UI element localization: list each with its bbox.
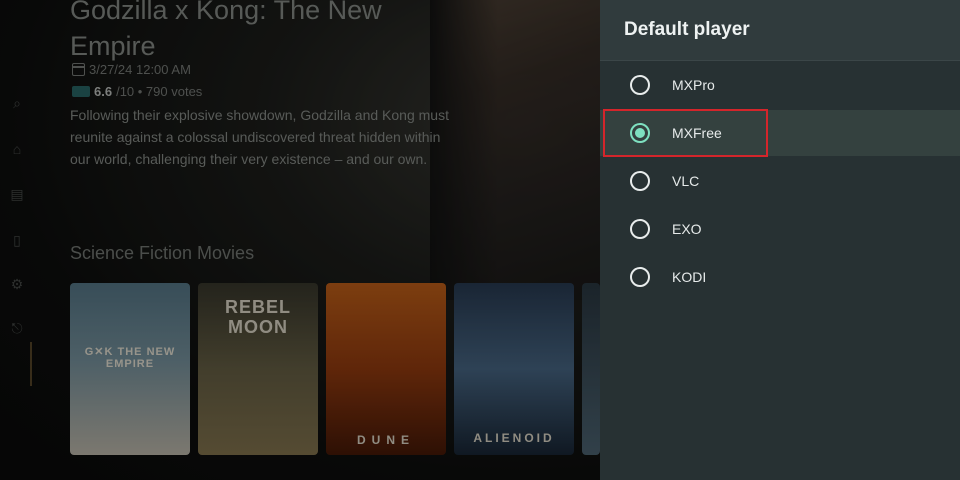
default-player-dialog: Default player MXPro MXFree VLC EXO KODI: [600, 0, 960, 480]
background: ⌕ ⌂ ▤ ▯ ⚙ ⎋ Godzilla x Kong: The New Emp…: [0, 0, 600, 480]
bookmark-icon[interactable]: ▯: [9, 232, 25, 248]
poster-card[interactable]: [582, 283, 600, 455]
sidebar: ⌕ ⌂ ▤ ▯ ⚙ ⎋: [0, 80, 34, 386]
option-label: VLC: [672, 173, 700, 189]
option-label: MXPro: [672, 77, 715, 93]
poster-title: DUNE: [356, 433, 415, 447]
gear-icon[interactable]: ⚙: [9, 276, 25, 292]
search-icon[interactable]: ⌕: [9, 95, 25, 111]
radio-button[interactable]: [630, 75, 650, 95]
poster-card[interactable]: ALIENOID: [454, 283, 574, 455]
rating-votes: /10 • 790 votes: [116, 84, 203, 99]
poster-card[interactable]: G✕K THE NEW EMPIRE: [70, 283, 190, 455]
calendar-icon: [72, 63, 85, 76]
option-label: KODI: [672, 269, 707, 285]
list-icon[interactable]: ▤: [9, 186, 25, 202]
movie-title: Godzilla x Kong: The New Empire: [70, 0, 382, 61]
dialog-title: Default player: [624, 19, 750, 40]
release-date-text: 3/27/24 12:00 AM: [89, 62, 191, 77]
movie-description: Following their explosive showdown, Godz…: [70, 107, 449, 167]
exit-icon[interactable]: ⎋: [9, 320, 25, 336]
poster-title: ALIENOID: [473, 431, 555, 445]
player-option-exo[interactable]: EXO: [600, 206, 960, 252]
radio-button[interactable]: [630, 171, 650, 191]
poster-card[interactable]: DUNE: [326, 283, 446, 455]
player-option-mxpro[interactable]: MXPro: [600, 62, 960, 108]
player-option-vlc[interactable]: VLC: [600, 158, 960, 204]
poster-title: REBEL MOON: [224, 297, 291, 337]
player-option-kodi[interactable]: KODI: [600, 254, 960, 300]
radio-button[interactable]: [630, 219, 650, 239]
tmdb-logo-icon: [72, 86, 90, 97]
release-date: 3/27/24 12:00 AM: [72, 62, 191, 77]
option-label: EXO: [672, 221, 702, 237]
home-icon[interactable]: ⌂: [9, 141, 25, 157]
radio-button[interactable]: [630, 267, 650, 287]
poster-card[interactable]: REBEL MOON: [198, 283, 318, 455]
rating-value: 6.6: [94, 84, 113, 99]
sidebar-active-indicator: [30, 342, 32, 386]
dialog-header: Default player: [600, 0, 960, 61]
selection-highlight-box: [603, 109, 768, 157]
poster-title: G✕K THE NEW EMPIRE: [84, 346, 176, 370]
rating: 6.6 /10 • 790 votes: [72, 84, 202, 99]
row-title: Science Fiction Movies: [70, 243, 255, 263]
